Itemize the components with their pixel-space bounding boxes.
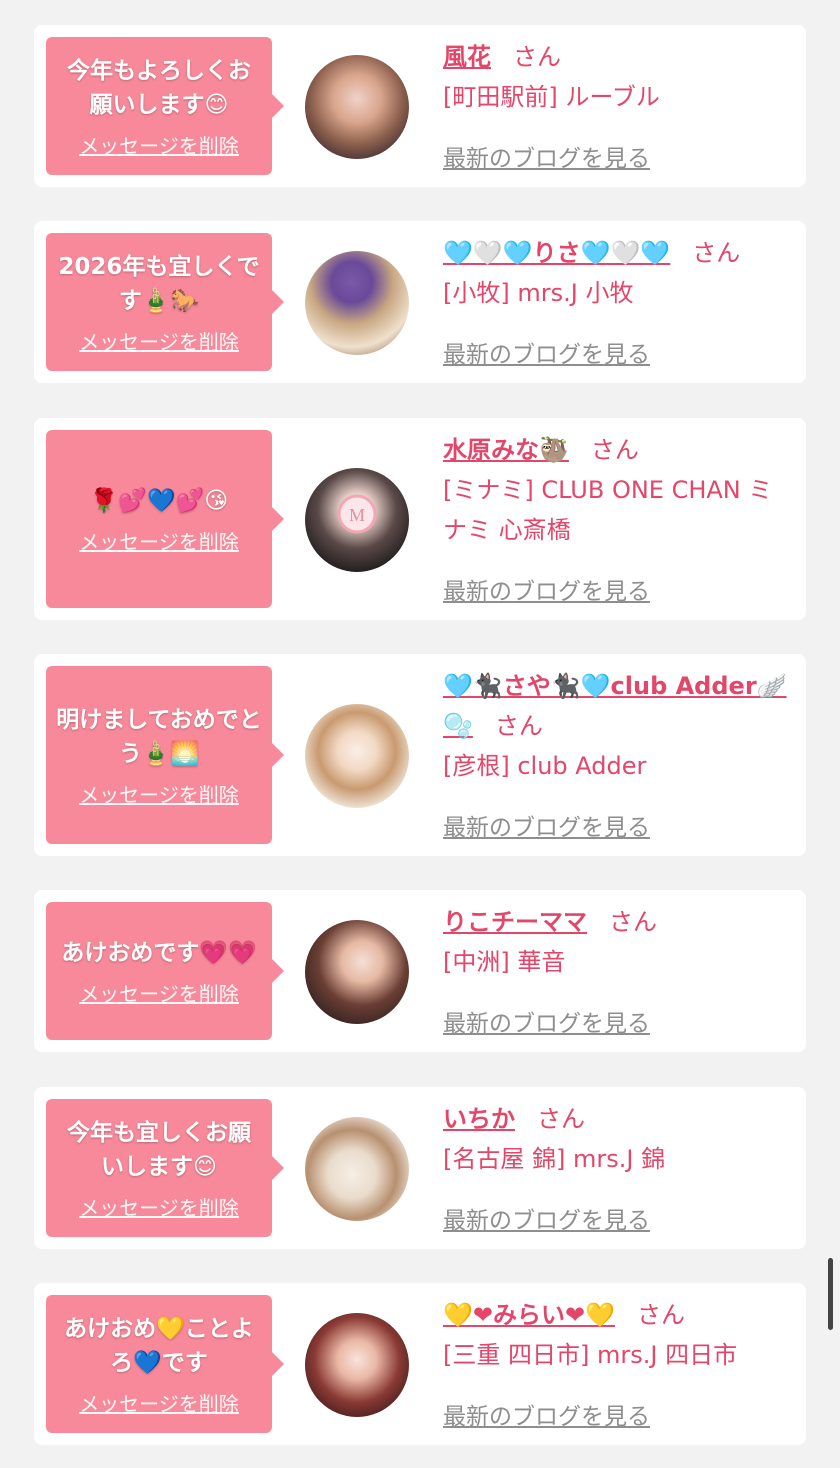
shop-label: [町田駅前] ルーブル [443,83,660,111]
avatar[interactable] [305,920,409,1024]
shop-label: [名古屋 錦] mrs.J 錦 [443,1145,666,1173]
list-item: あけおめです💗💗 メッセージを削除 りこチーママ さん [中洲] 華音 最新のブロ… [34,890,806,1052]
svg-text:M: M [349,505,365,525]
message-bubble: 今年も宜しくお願いします😊 メッセージを削除 [46,1099,284,1237]
message-bubble: 2026年も宜しくです🎍🐎 メッセージを削除 [46,233,284,371]
honorific-label: さん [609,908,657,936]
profile-info: 水原みな🦥 さん [ミナミ] CLUB ONE CHAN ミナミ 心斎橋 最新のブ… [443,430,793,610]
message-text: 今年もよろしくお願いします😊 [67,57,251,118]
list-item: 🌹💕💙💕😘 メッセージを削除 M 水原みな🦥 さん [ミナミ] CLUB ONE … [34,418,806,620]
avatar[interactable] [305,55,409,159]
latest-blog-link[interactable]: 最新のブログを見る [443,572,650,606]
latest-blog-link[interactable]: 最新のブログを見る [443,1397,650,1431]
list-item: 今年もよろしくお願いします😊 メッセージを削除 風花 さん [町田駅前] ルーブル… [34,25,806,187]
message-text: 2026年も宜しくです🎍🐎 [58,253,260,314]
latest-blog-link[interactable]: 最新のブログを見る [443,1004,650,1038]
scrollbar[interactable] [828,1258,833,1330]
list-item: 2026年も宜しくです🎍🐎 メッセージを削除 🩵🤍🩵りさ🩵🤍🩵 さん [小牧] m… [34,221,806,383]
honorific-label: さん [692,239,741,267]
avatar[interactable] [305,704,409,808]
delete-message-link[interactable]: メッセージを削除 [79,1388,239,1417]
message-bubble: あけおめです💗💗 メッセージを削除 [46,902,284,1040]
latest-blog-link[interactable]: 最新のブログを見る [443,1201,650,1235]
message-text: あけおめです💗💗 [61,939,257,966]
profile-name-link[interactable]: 風花 [443,43,491,71]
delete-message-link[interactable]: メッセージを削除 [79,978,239,1007]
latest-blog-link[interactable]: 最新のブログを見る [443,335,650,369]
shop-label: [中洲] 華音 [443,948,566,976]
message-bubble: あけおめ💛ことよろ💙です メッセージを削除 [46,1295,284,1433]
delete-message-link[interactable]: メッセージを削除 [79,779,239,808]
latest-blog-link[interactable]: 最新のブログを見る [443,139,650,173]
message-bubble: 今年もよろしくお願いします😊 メッセージを削除 [46,37,284,175]
profile-info: いちか さん [名古屋 錦] mrs.J 錦 最新のブログを見る [443,1099,793,1239]
profile-info: 風花 さん [町田駅前] ルーブル 最新のブログを見る [443,37,793,177]
heart-sticker-icon: M [337,494,377,534]
profile-info: 🩵🐈‍⬛さや🐈‍⬛🩵club Adder🪽🫧 さん [彦根] club Adder… [443,666,793,846]
delete-message-link[interactable]: メッセージを削除 [79,526,239,555]
profile-info: 🩵🤍🩵りさ🩵🤍🩵 さん [小牧] mrs.J 小牧 最新のブログを見る [443,233,793,373]
delete-message-link[interactable]: メッセージを削除 [79,326,239,355]
honorific-label: さん [537,1105,585,1133]
avatar[interactable] [305,251,409,355]
message-bubble: 明けましておめでとう🎍🌅 メッセージを削除 [46,666,284,844]
message-text: 明けましておめでとう🎍🌅 [56,706,262,767]
profile-info: りこチーママ さん [中洲] 華音 最新のブログを見る [443,902,793,1042]
latest-blog-link[interactable]: 最新のブログを見る [443,808,650,842]
avatar[interactable] [305,1117,409,1221]
profile-name-link[interactable]: いちか [443,1105,515,1133]
profile-name-link[interactable]: りこチーママ [443,908,587,936]
honorific-label: さん [590,436,639,464]
shop-label: [小牧] mrs.J 小牧 [443,279,634,307]
profile-info: 💛❤みらい❤💛 さん [三重 四日市] mrs.J 四日市 最新のブログを見る [443,1295,793,1435]
list-item: あけおめ💛ことよろ💙です メッセージを削除 💛❤みらい❤💛 さん [三重 四日市]… [34,1283,806,1445]
delete-message-link[interactable]: メッセージを削除 [79,130,239,159]
honorific-label: さん [636,1301,685,1329]
list-item: 今年も宜しくお願いします😊 メッセージを削除 いちか さん [名古屋 錦] mrs… [34,1087,806,1249]
shop-label: [ミナミ] CLUB ONE CHAN ミナミ 心斎橋 [443,476,773,544]
message-text: 今年も宜しくお願いします😊 [67,1119,251,1180]
honorific-label: さん [494,712,543,740]
message-text: 🌹💕💙💕😘 [89,487,229,514]
profile-name-link[interactable]: 水原みな🦥 [443,436,569,464]
delete-message-link[interactable]: メッセージを削除 [79,1192,239,1221]
list-item: 明けましておめでとう🎍🌅 メッセージを削除 🩵🐈‍⬛さや🐈‍⬛🩵club Add… [34,654,806,856]
profile-name-link[interactable]: 💛❤みらい❤💛 [443,1301,615,1329]
honorific-label: さん [513,43,561,71]
message-bubble: 🌹💕💙💕😘 メッセージを削除 [46,430,284,608]
profile-name-link[interactable]: 🩵🤍🩵りさ🩵🤍🩵 [443,239,670,267]
message-text: あけおめ💛ことよろ💙です [64,1315,254,1376]
avatar[interactable]: M [305,468,409,572]
avatar[interactable] [305,1313,409,1417]
shop-label: [三重 四日市] mrs.J 四日市 [443,1341,738,1369]
shop-label: [彦根] club Adder [443,752,647,780]
